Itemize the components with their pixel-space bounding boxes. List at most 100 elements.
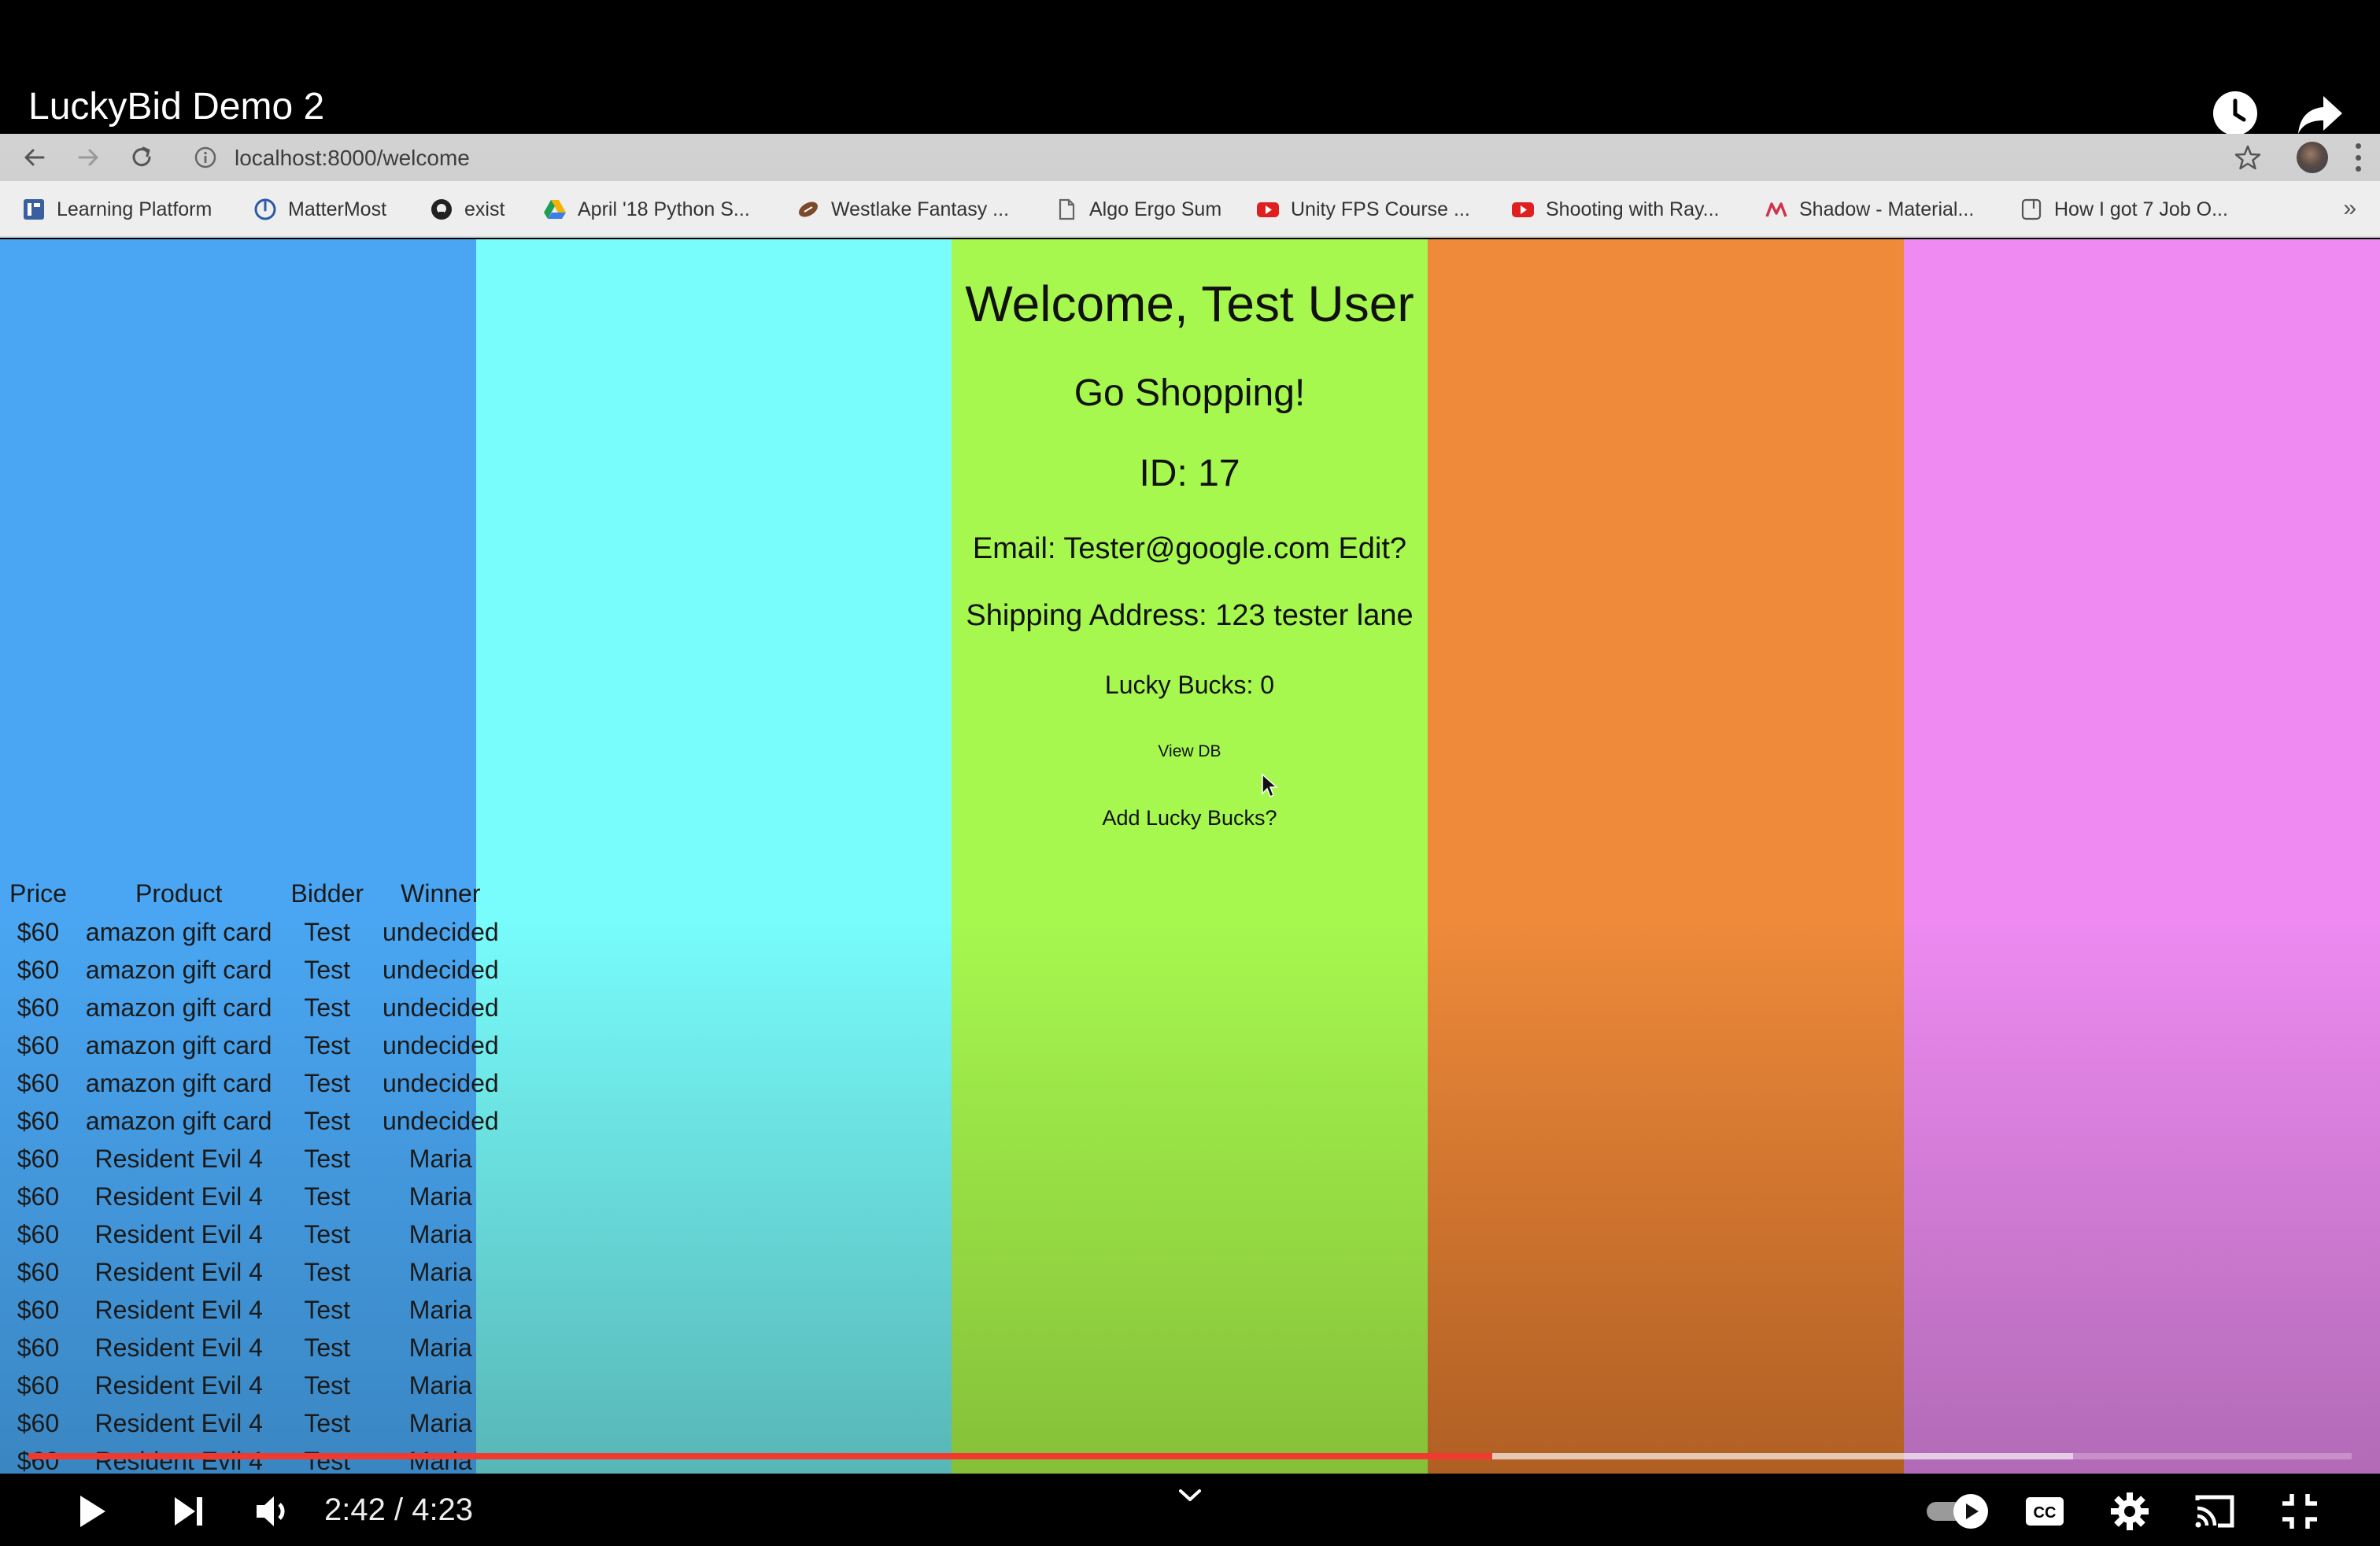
bookmark-mattermost[interactable]: MatterMost (253, 195, 386, 224)
bookmark-shadow-material[interactable]: Shadow - Material... (1765, 195, 1974, 224)
football-icon (799, 202, 818, 217)
table-cell: amazon gift card (85, 955, 272, 984)
browser-menu-icon[interactable] (2353, 143, 2363, 172)
bookmark-exist[interactable]: exist (430, 195, 504, 224)
bookmark-westlake-fantasy[interactable]: Westlake Fantasy ... (796, 195, 1009, 224)
share-icon[interactable] (2295, 88, 2345, 139)
orange-column (1428, 239, 1904, 1474)
table-row: $60 amazon gift card Test undecided (0, 1064, 508, 1102)
table-cell: Maria (408, 1219, 472, 1248)
bookmark-label: Shooting with Ray... (1546, 198, 1720, 220)
back-icon[interactable] (19, 142, 50, 173)
table-cell: Maria (408, 1333, 472, 1362)
bookmark-label: Algo Ergo Sum (1089, 198, 1222, 220)
url-text[interactable]: localhost:8000/welcome (235, 146, 470, 170)
table-cell: Maria (408, 1182, 472, 1211)
table-row: $60 Resident Evil 4 Test Maria (0, 1291, 508, 1329)
profile-avatar[interactable] (2297, 142, 2328, 173)
youtube-icon (1512, 202, 1534, 217)
table-cell: $60 (17, 1295, 60, 1324)
settings-gear-icon[interactable] (2105, 1486, 2155, 1537)
table-cell: Maria (408, 1370, 472, 1400)
table-cell: $60 (17, 1219, 60, 1248)
table-row: $60 amazon gift card Test undecided (0, 1102, 508, 1140)
bookmark-april-python[interactable]: April '18 Python S... (543, 195, 750, 224)
add-lucky-bucks-link[interactable]: Add Lucky Bucks? (952, 804, 1428, 831)
table-row: $60 amazon gift card Test undecided (0, 951, 508, 989)
table-cell: Test (304, 917, 351, 946)
table-cell: $60 (17, 955, 60, 984)
youtube-icon (1257, 202, 1279, 217)
bookmark-learning-platform[interactable]: Learning Platform (22, 195, 212, 224)
table-cell: $60 (17, 1144, 60, 1173)
table-cell: $60 (17, 917, 60, 946)
table-row: $60 Resident Evil 4 Test Maria (0, 1404, 508, 1442)
bookmarks-bar: Learning Platform MatterMost exist April… (0, 181, 2380, 238)
video-progress-bar[interactable] (28, 1453, 2352, 1459)
play-icon[interactable] (66, 1486, 116, 1537)
table-cell: Maria (408, 1257, 472, 1286)
cast-icon[interactable] (2190, 1486, 2240, 1537)
table-cell: Resident Evil 4 (94, 1257, 263, 1286)
table-cell: $60 (17, 1370, 60, 1400)
autoplay-toggle-icon[interactable] (1924, 1492, 1993, 1530)
bookmark-label: Shadow - Material... (1799, 198, 1975, 220)
table-cell: Resident Evil 4 (94, 1182, 263, 1211)
bookmark-shooting-with-ray[interactable]: Shooting with Ray... (1511, 195, 1719, 224)
bookmark-label: Westlake Fantasy ... (831, 198, 1010, 220)
table-cell: amazon gift card (85, 1068, 272, 1097)
info-icon[interactable] (194, 146, 217, 169)
bookmark-label: Unity FPS Course ... (1291, 198, 1470, 220)
user-id: ID: 17 (1139, 453, 1240, 494)
table-cell: Resident Evil 4 (94, 1219, 263, 1248)
bookmark-algo-ergo-sum[interactable]: Algo Ergo Sum (1055, 195, 1221, 224)
email-row[interactable]: Email: Tester@google.com Edit? (952, 531, 1428, 567)
forward-icon[interactable] (72, 142, 104, 173)
view-db-link[interactable]: View DB (952, 742, 1428, 762)
svg-text:CC: CC (2034, 1504, 2057, 1522)
bookmark-label: April '18 Python S... (578, 198, 750, 220)
column-header: Price (9, 878, 67, 908)
column-header: Product (135, 878, 223, 908)
cyan-column (476, 239, 952, 1474)
github-icon (431, 199, 452, 220)
table-row: $60 amazon gift card Test undecided (0, 989, 508, 1026)
table-cell: Maria (408, 1408, 472, 1437)
table-cell: $60 (17, 1182, 60, 1211)
bookmark-unity-fps[interactable]: Unity FPS Course ... (1256, 195, 1470, 224)
bookmark-label: Learning Platform (57, 198, 213, 220)
table-cell: Test (304, 1106, 351, 1135)
table-row: $60 amazon gift card Test undecided (0, 913, 508, 951)
bookmark-how-i-got-7-job[interactable]: How I got 7 Job O... (2020, 195, 2228, 224)
table-cell: amazon gift card (85, 993, 272, 1022)
video-title[interactable]: LuckyBid Demo 2 (28, 85, 324, 129)
table-cell: Resident Evil 4 (94, 1295, 263, 1324)
watch-later-icon[interactable] (2210, 88, 2260, 139)
table-cell: Resident Evil 4 (94, 1333, 263, 1362)
chevron-down-icon[interactable] (1171, 1480, 1209, 1511)
table-cell: Test (304, 1219, 351, 1248)
table-cell: undecided (382, 955, 499, 984)
table-cell: Maria (408, 1144, 472, 1173)
bids-table-container: Price Product Bidder Winner $60 amazon gi… (0, 874, 504, 1474)
go-shopping-link[interactable]: Go Shopping! (952, 372, 1428, 416)
captions-icon[interactable]: CC (2020, 1486, 2070, 1537)
more-bookmarks-button[interactable]: » (2343, 195, 2356, 222)
next-icon[interactable] (164, 1486, 214, 1537)
volume-icon[interactable] (249, 1486, 299, 1537)
table-cell: $60 (17, 1408, 60, 1437)
document-icon (1059, 198, 1075, 220)
table-cell: $60 (17, 1030, 60, 1060)
page-content: Welcome, Test User Go Shopping! ID: 17 E… (0, 239, 2380, 1474)
table-cell: Maria (408, 1295, 472, 1324)
reload-icon[interactable] (126, 142, 157, 173)
table-row: $60 amazon gift card Test undecided (0, 1026, 508, 1064)
bookmark-star-icon[interactable] (2234, 143, 2262, 172)
table-cell: Test (304, 1370, 351, 1400)
table-row: $60 Resident Evil 4 Test Maria (0, 1140, 508, 1178)
address-bar[interactable]: localhost:8000/welcome (178, 139, 2278, 176)
shipping-address: Shipping Address: 123 tester lane (966, 599, 1414, 632)
table-cell: undecided (382, 1068, 499, 1097)
exit-fullscreen-icon[interactable] (2275, 1486, 2325, 1537)
table-cell: Test (304, 1182, 351, 1211)
